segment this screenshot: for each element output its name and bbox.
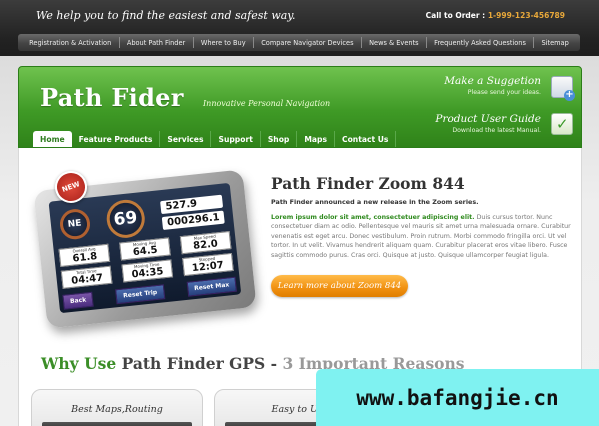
logo[interactable]: Path Fider: [40, 83, 184, 112]
reason-card: Best Maps,Routing: [31, 389, 203, 426]
reason-card-title: Best Maps,Routing: [71, 404, 163, 415]
topnav-compare[interactable]: Compare Navigator Devices: [258, 39, 356, 47]
tab-maps[interactable]: Maps: [297, 131, 335, 147]
stat-cell: Stopped 12:07: [181, 252, 234, 277]
tab-home[interactable]: Home: [33, 131, 72, 147]
divider: [192, 37, 194, 48]
gps-screen: NE 69 527.9 000296.1 Overall Avg 61.8 Mov…: [48, 182, 242, 314]
tab-feature-products[interactable]: Feature Products: [72, 131, 161, 147]
stat-cell: Moving Avg 64.5: [119, 237, 171, 261]
distance-readout-2: 000296.1: [161, 210, 226, 230]
divider: [360, 37, 362, 48]
suggestion-promo[interactable]: Make a Suggetion Please send your ideas.: [444, 75, 541, 96]
stat-cell: Moving Time 04:35: [121, 259, 174, 283]
stat-cell: Overall Avg 61.8: [58, 243, 111, 267]
user-guide-subtitle: Download the latest Manual.: [452, 127, 541, 134]
device-back-button: Back: [62, 291, 94, 310]
topnav-faq[interactable]: Frequently Asked Questions: [431, 39, 529, 47]
suggestion-title[interactable]: Make a Suggetion: [444, 75, 541, 87]
why-part-1: Why Use: [41, 354, 117, 373]
order-number[interactable]: 1-999-123-456789: [488, 11, 565, 20]
product-lead: Lorem ipsum dolor sit amet, consectetuer…: [271, 214, 475, 221]
tab-contact-us[interactable]: Contact Us: [335, 131, 397, 147]
user-guide-promo[interactable]: Product User Guide Download the latest M…: [435, 113, 541, 134]
order-label: Call to Order :: [425, 11, 486, 20]
product-description: Lorem ipsum dolor sit amet, consectetuer…: [271, 213, 582, 260]
topnav-news[interactable]: News & Events: [366, 39, 421, 47]
product-title: Path Finder Zoom 844: [271, 174, 465, 193]
tab-support[interactable]: Support: [211, 131, 261, 147]
device-reset-max-button: Reset Max: [186, 276, 237, 297]
divider: [533, 37, 535, 48]
tab-services[interactable]: Services: [160, 131, 212, 147]
reason-card-image: [42, 422, 192, 426]
tagline: We help you to find the easiest and safe…: [36, 9, 296, 22]
stat-cell: Total Time 04:47: [61, 265, 113, 289]
divider: [425, 37, 427, 48]
stat-cell: Max Speed 82.0: [179, 231, 232, 255]
product-subtitle: Path Finder announced a new release in t…: [271, 198, 479, 206]
learn-more-button[interactable]: Learn more about Zoom 844: [271, 275, 408, 297]
main-nav: Home Feature Products Services Support S…: [33, 131, 397, 147]
divider: [118, 37, 120, 48]
top-nav: Registration & Activation About Path Fin…: [18, 34, 580, 51]
topnav-about[interactable]: About Path Finder: [124, 39, 188, 47]
order-info: Call to Order : 1-999-123-456789: [426, 11, 565, 20]
topnav-where-to-buy[interactable]: Where to Buy: [198, 39, 249, 47]
watermark: www.bafangjie.cn: [316, 369, 599, 426]
site-header: Path Fider Innovative Personal Navigatio…: [18, 66, 582, 148]
download-check-icon[interactable]: [551, 113, 573, 135]
compass-gauge: NE: [58, 207, 92, 241]
topnav-registration[interactable]: Registration & Activation: [26, 39, 114, 47]
suggestion-subtitle: Please send your ideas.: [467, 89, 541, 96]
device-reset-trip-button: Reset Trip: [115, 284, 165, 305]
user-guide-title[interactable]: Product User Guide: [435, 113, 541, 125]
document-add-icon[interactable]: [551, 76, 575, 101]
speed-gauge: 69: [104, 197, 147, 240]
tab-shop[interactable]: Shop: [261, 131, 298, 147]
topnav-sitemap[interactable]: Sitemap: [538, 39, 571, 47]
divider: [252, 37, 254, 48]
why-part-2: Path Finder GPS -: [121, 354, 278, 373]
slogan: Innovative Personal Navigation: [203, 99, 331, 108]
